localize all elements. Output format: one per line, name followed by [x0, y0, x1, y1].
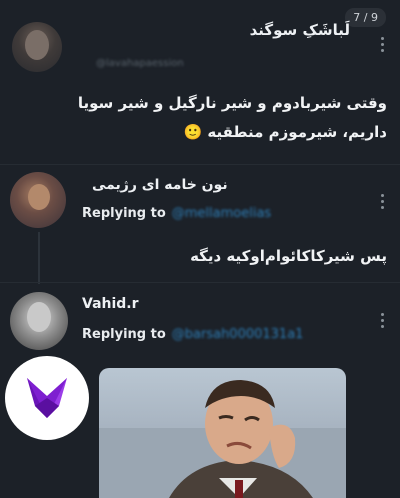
tweet-3-author-name[interactable]: Vahid.r — [82, 296, 139, 312]
avatar-tweet-1[interactable] — [12, 22, 62, 72]
reply-handle-link[interactable]: @mellamoelias — [172, 206, 271, 221]
replying-to-label: Replying to — [82, 206, 166, 221]
tweet-3-media-image[interactable] — [99, 368, 346, 498]
tweet-1-author-name[interactable]: لَباشَکِ سوگند — [250, 21, 350, 39]
tweet-1-handle[interactable]: @lavahapaession — [96, 58, 184, 69]
more-options-icon[interactable] — [381, 313, 385, 331]
replying-to-label: Replying to — [82, 327, 166, 342]
divider — [0, 164, 400, 165]
tweet-3-replying-to: Replying to @barsah0000131a1 — [82, 327, 303, 342]
more-options-icon[interactable] — [381, 37, 385, 55]
tweet-2-text: پس شیرکاکائوام‌اوکیه دیگه — [190, 247, 387, 265]
tweet-2-replying-to: Replying to @mellamoelias — [82, 206, 271, 221]
fox-logo-icon — [27, 378, 67, 418]
reply-handle-link[interactable]: @barsah0000131a1 — [172, 327, 304, 342]
divider — [0, 282, 400, 283]
fox-logo-avatar[interactable] — [5, 356, 89, 440]
tweet-2-author-name[interactable]: نون خامه ای رژیمی — [92, 177, 228, 193]
character-photo — [99, 380, 346, 498]
tweet-1-text-line-1: وقتی شیربادوم و شیر نارگیل و شیر سویا — [77, 94, 387, 112]
page-counter-badge: 7 / 9 — [345, 8, 386, 27]
more-options-icon[interactable] — [381, 194, 385, 212]
thread-line — [38, 232, 40, 284]
avatar-tweet-2[interactable] — [10, 172, 66, 228]
tweet-1-text-line-2: داریم، شیرموزم منطقیه 🙂 — [183, 123, 387, 141]
avatar-tweet-3[interactable] — [10, 292, 68, 350]
